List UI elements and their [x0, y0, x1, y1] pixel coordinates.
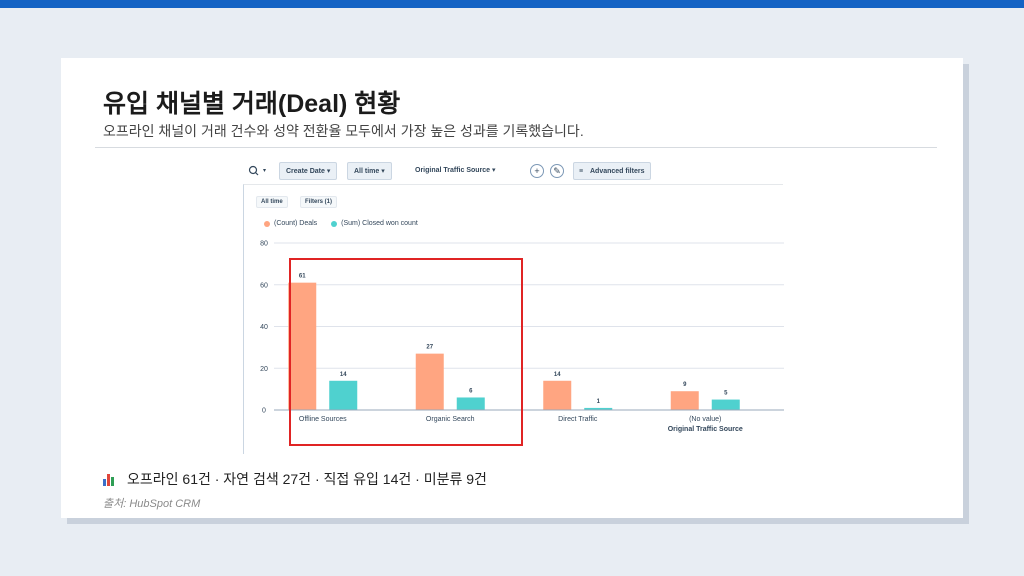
title-divider: [95, 147, 937, 148]
edit-icon[interactable]: ✎: [550, 164, 564, 178]
caption-text: 오프라인 61건 · 자연 검색 27건 · 직접 유입 14건 · 미분류 9…: [127, 471, 487, 487]
search-dropdown-chevron-icon[interactable]: ▾: [263, 162, 266, 180]
y-tick-label: 40: [260, 324, 268, 331]
highlight-box: [289, 258, 523, 446]
y-tick-label: 0: [262, 408, 266, 415]
x-tick-label: (No value): [689, 416, 721, 423]
bar: [711, 399, 740, 410]
add-filter-icon[interactable]: +: [530, 164, 544, 178]
y-tick-label: 80: [260, 241, 268, 248]
bar: [543, 380, 572, 410]
slide-card: 유입 채널별 거래(Deal) 현황 오프라인 채널이 거래 건수와 성약 전환…: [61, 58, 963, 518]
data-label: 5: [724, 391, 728, 397]
caption: 오프라인 61건 · 자연 검색 27건 · 직접 유입 14건 · 미분류 9…: [103, 469, 487, 489]
data-label: 1: [597, 399, 601, 405]
data-label: 14: [554, 372, 561, 378]
bar-chart-icon: [103, 473, 117, 486]
slide-subtitle: 오프라인 채널이 거래 건수와 성약 전환율 모두에서 가장 높은 성과를 기록…: [103, 123, 584, 139]
all-time-filter-button[interactable]: All time ▾: [347, 162, 392, 180]
bar: [670, 391, 699, 410]
advanced-filters-label: Advanced filters: [590, 168, 645, 175]
create-date-filter-button[interactable]: Create Date ▾: [279, 162, 338, 180]
search-icon[interactable]: [247, 162, 261, 180]
source-note: 출처: HubSpot CRM: [103, 498, 201, 510]
advanced-filters-button[interactable]: ≡ Advanced filters: [573, 162, 652, 180]
y-tick-label: 20: [260, 366, 268, 373]
data-label: 9: [683, 382, 687, 388]
slide-title: 유입 채널별 거래(Deal) 현황: [103, 90, 401, 118]
traffic-source-filter-button[interactable]: Original Traffic Source ▾: [415, 162, 496, 180]
top-accent-bar: [0, 0, 1024, 8]
y-tick-label: 60: [260, 282, 268, 289]
x-axis-title: Original Traffic Source: [668, 426, 743, 433]
filter-icon: ≡: [579, 168, 584, 175]
report-toolbar: ▾ Create Date ▾ All time ▾ Original Traf…: [243, 162, 783, 182]
x-tick-label: Direct Traffic: [558, 416, 598, 423]
